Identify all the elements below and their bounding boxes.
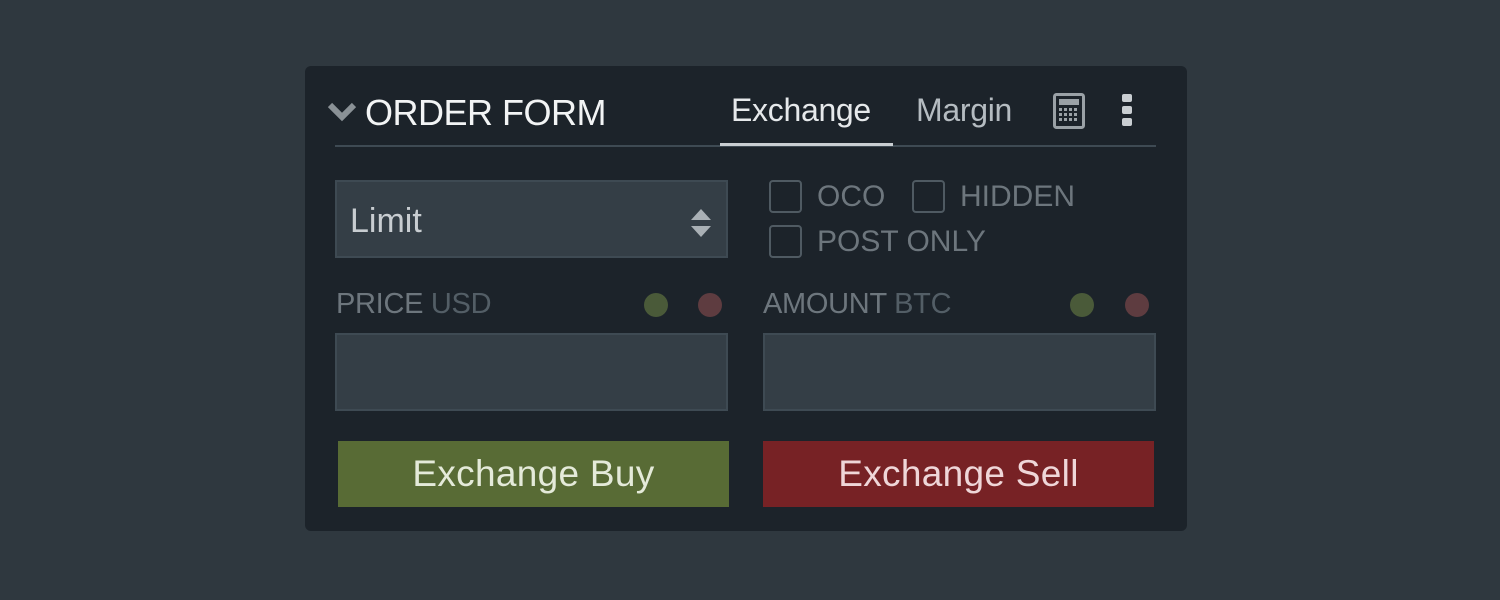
amount-unit: BTC: [894, 288, 952, 320]
oco-checkbox[interactable]: [769, 180, 802, 213]
oco-label: OCO: [817, 180, 886, 213]
amount-label-text: AMOUNT: [763, 288, 887, 320]
exchange-buy-button[interactable]: Exchange Buy: [338, 441, 729, 507]
amount-label: AMOUNT BTC: [763, 288, 952, 321]
order-type-value: Limit: [350, 202, 422, 240]
active-tab-indicator: [720, 143, 893, 146]
select-arrows-icon: [691, 209, 711, 237]
hidden-checkbox[interactable]: [912, 180, 945, 213]
price-label-text: PRICE: [336, 288, 424, 320]
price-unit: USD: [430, 288, 492, 320]
order-type-select[interactable]: Limit: [335, 180, 728, 258]
order-form-panel: ORDER FORM Exchange Margin Limit OCO HID…: [305, 66, 1187, 531]
price-input[interactable]: [335, 333, 728, 411]
price-ask-dot[interactable]: [698, 293, 722, 317]
calculator-icon[interactable]: [1053, 93, 1085, 129]
tab-exchange[interactable]: Exchange: [731, 92, 871, 129]
amount-ask-dot[interactable]: [1125, 293, 1149, 317]
panel-title: ORDER FORM: [365, 92, 607, 133]
amount-input[interactable]: [763, 333, 1156, 411]
exchange-sell-button[interactable]: Exchange Sell: [763, 441, 1154, 507]
tab-margin[interactable]: Margin: [916, 92, 1012, 129]
chevron-down-icon[interactable]: [327, 102, 357, 122]
post-only-checkbox[interactable]: [769, 225, 802, 258]
post-only-label: POST ONLY: [817, 225, 986, 258]
amount-bid-dot[interactable]: [1070, 293, 1094, 317]
hidden-label: HIDDEN: [960, 180, 1076, 213]
vertical-dots-icon[interactable]: [1121, 93, 1133, 127]
price-label: PRICE USD: [336, 288, 492, 321]
price-bid-dot[interactable]: [644, 293, 668, 317]
